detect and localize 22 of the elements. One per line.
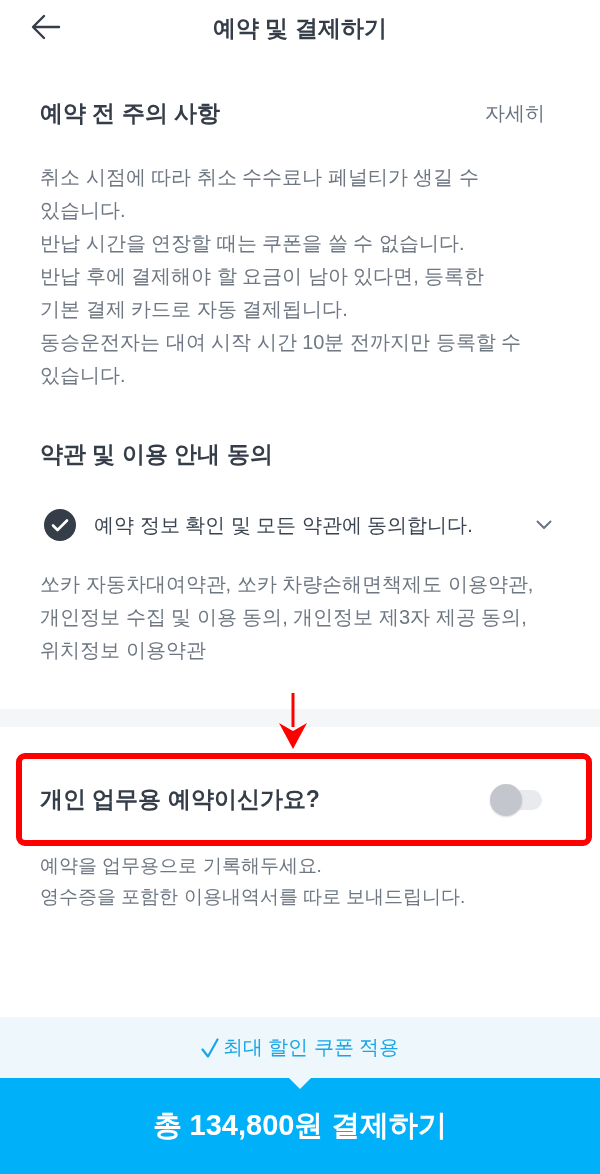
back-button[interactable]: [30, 12, 62, 42]
down-arrow-drawing: [279, 693, 307, 749]
business-use-label: 개인 업무용 예약이신가요?: [40, 785, 320, 814]
notice-text: 동승운전자는 대여 시작 시간 10분 전까지만 등록할 수 있습니다.: [40, 330, 523, 388]
section-title: 약관 및 이용 안내 동의: [40, 440, 274, 469]
section-title: 예약 전 주의 사항: [40, 99, 221, 128]
notice-text: 반납 후에 결제해야 할 요금이 남아 있다면, 등록한 기본 결제 카드로 자동 결제됩니다.: [40, 264, 486, 322]
check-icon: [200, 1037, 219, 1058]
business-use-description: 영수증을 포함한 이용내역서를 따로 보내드립니다.: [40, 885, 467, 909]
terms-list-text: 쏘카 자동차대여약관, 쏘카 차량손해면책제도 이용약관, 개인정보 수집 및 이용 동의, 개인정보 제3자 제공 동의, 위치정보 이용약관: [40, 572, 535, 663]
notice-text: 반납 시간을 연장할 때는 쿠폰을 쓸 수 없습니다.: [40, 231, 466, 256]
coupon-applied-text: 최대 할인 쿠폰 적용: [222, 1035, 400, 1060]
chevron-down-icon[interactable]: [536, 520, 552, 530]
back-arrow-icon: [31, 14, 61, 40]
details-link[interactable]: 자세히: [485, 99, 545, 127]
notice-text: 취소 시점에 따라 취소 수수료나 페널티가 생길 수 있습니다.: [40, 165, 480, 223]
pay-button[interactable]: 총 134,800원 결제하기: [0, 1078, 600, 1174]
business-use-toggle[interactable]: [490, 783, 542, 816]
business-use-description: 예약을 업무용으로 기록해두세요.: [40, 854, 323, 878]
checkbox-icon[interactable]: [44, 509, 76, 541]
agree-all-label[interactable]: 예약 정보 확인 및 모든 약관에 동의합니다.: [94, 511, 536, 539]
page-title: 예약 및 결제하기: [213, 13, 387, 43]
